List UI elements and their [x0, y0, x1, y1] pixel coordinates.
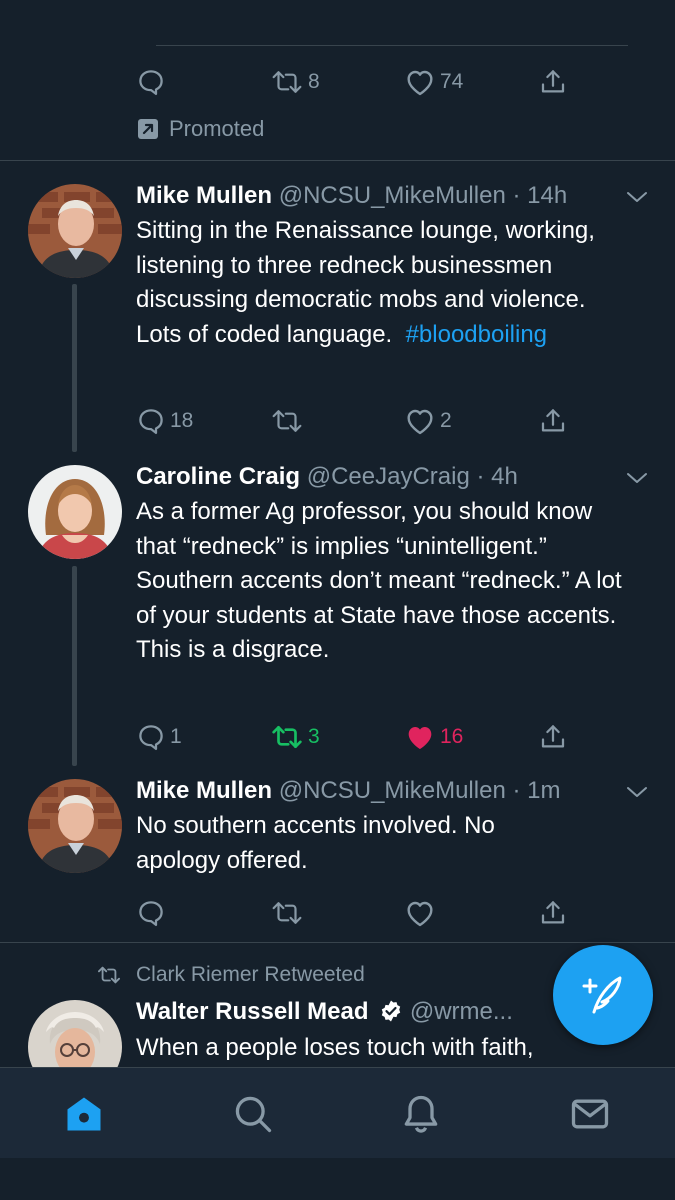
- retweet-icon: [272, 71, 302, 93]
- separator-dot: ·: [505, 182, 528, 209]
- display-name[interactable]: Mike Mullen: [136, 777, 272, 804]
- reply-count: 1: [170, 725, 182, 748]
- like-count: 16: [440, 725, 464, 748]
- hashtag-link[interactable]: #bloodboiling: [406, 321, 547, 348]
- tweet-text: As a former Ag professor, you should kno…: [136, 495, 631, 668]
- tweet-actions: [136, 893, 576, 933]
- chevron-down-icon[interactable]: [626, 190, 648, 204]
- user-handle[interactable]: @wrme...: [410, 998, 513, 1025]
- tweet-text: When a people loses touch with faith,: [136, 1031, 616, 1066]
- avatar-mike-mullen[interactable]: [28, 779, 122, 873]
- section-divider: [0, 160, 675, 161]
- share-icon: [541, 409, 565, 432]
- thread-line: [72, 566, 77, 766]
- share-button[interactable]: [538, 893, 568, 933]
- separator-dot: ·: [505, 777, 528, 804]
- heart-icon: [407, 70, 433, 96]
- like-count: 74: [440, 70, 464, 93]
- search-icon: [235, 1096, 272, 1133]
- retweet-button[interactable]: [270, 893, 308, 933]
- retweet-icon: [98, 966, 121, 984]
- reply-icon: [139, 725, 163, 750]
- tweet-body: When a people loses touch with faith,: [136, 1034, 534, 1061]
- retweeted-by-label[interactable]: Clark Riemer Retweeted: [136, 963, 365, 987]
- heart-icon: [407, 901, 433, 927]
- timestamp: 4h: [491, 463, 518, 490]
- home-indicator-area: [0, 1158, 675, 1200]
- share-icon: [541, 901, 565, 924]
- reply-button[interactable]: 18: [136, 401, 193, 441]
- top-tweet-actions: 8 74: [136, 62, 576, 102]
- thread-line: [72, 284, 77, 452]
- tweet-header: Mike Mullen @NCSU_MikeMullen · 1m: [136, 775, 560, 807]
- like-count: 2: [440, 409, 452, 432]
- bell-icon: [404, 1095, 438, 1133]
- tab-messages[interactable]: [568, 1092, 612, 1136]
- share-icon: [541, 725, 565, 748]
- share-icon: [541, 70, 565, 93]
- share-button[interactable]: [538, 62, 568, 102]
- compose-tweet-button[interactable]: [553, 945, 653, 1045]
- retweet-count: 8: [308, 70, 320, 93]
- heart-filled-icon: [408, 727, 432, 749]
- bottom-tab-bar: [0, 1067, 675, 1158]
- timestamp: 1m: [527, 777, 561, 804]
- separator-dot: ·: [469, 463, 492, 490]
- mail-icon: [571, 1099, 609, 1129]
- avatar-mike-mullen[interactable]: [28, 184, 122, 278]
- user-handle[interactable]: @CeeJayCraig: [307, 463, 470, 490]
- like-button-active[interactable]: 16: [404, 717, 463, 757]
- like-button[interactable]: 74: [404, 62, 463, 102]
- tweet-header: Caroline Craig @CeeJayCraig · 4h: [136, 461, 518, 493]
- top-divider: [156, 45, 628, 46]
- display-name[interactable]: Walter Russell Mead: [136, 998, 369, 1025]
- display-name[interactable]: Mike Mullen: [136, 182, 272, 209]
- user-handle[interactable]: @NCSU_MikeMullen: [279, 777, 506, 804]
- tweet-actions: 1 3 16: [136, 717, 576, 757]
- promoted-icon: [138, 119, 158, 139]
- display-name[interactable]: Caroline Craig: [136, 463, 300, 490]
- retweet-button-active[interactable]: 3: [270, 717, 320, 757]
- tweet-header: Mike Mullen @NCSU_MikeMullen · 14h: [136, 180, 567, 212]
- avatar-caroline-craig[interactable]: [28, 465, 122, 559]
- tweet-text: No southern accents involved. No apology…: [136, 809, 576, 878]
- tweet-header: Walter Russell Mead @wrme...: [136, 996, 513, 1028]
- like-button[interactable]: [404, 893, 440, 933]
- tab-notifications[interactable]: [399, 1092, 443, 1136]
- tweet-body: No southern accents involved. No apology…: [136, 812, 495, 874]
- home-icon: [67, 1097, 101, 1131]
- reply-button[interactable]: [136, 893, 170, 933]
- tab-home[interactable]: [62, 1092, 106, 1136]
- verified-badge-icon: [381, 1000, 401, 1022]
- retweet-count: 3: [308, 725, 320, 748]
- heart-icon: [407, 409, 433, 435]
- share-button[interactable]: [538, 401, 568, 441]
- retweet-icon: [272, 725, 302, 749]
- reply-button[interactable]: [136, 62, 170, 102]
- compose-feather-icon: [582, 976, 622, 1014]
- promoted-indicator: Promoted: [136, 114, 264, 144]
- tweet-actions: 18 2: [136, 401, 576, 441]
- reply-icon: [139, 409, 163, 434]
- reply-icon: [139, 70, 163, 95]
- chevron-down-icon[interactable]: [626, 785, 648, 799]
- promoted-label: Promoted: [169, 116, 265, 141]
- retweet-context: Clark Riemer Retweeted: [94, 960, 365, 990]
- user-handle[interactable]: @NCSU_MikeMullen: [279, 182, 506, 209]
- timestamp: 14h: [527, 182, 568, 209]
- retweet-button[interactable]: [270, 401, 308, 441]
- retweet-icon: [272, 410, 302, 432]
- reply-icon: [139, 901, 163, 926]
- like-button[interactable]: 2: [404, 401, 452, 441]
- tab-search[interactable]: [231, 1092, 275, 1136]
- chevron-down-icon[interactable]: [626, 471, 648, 485]
- retweet-button[interactable]: 8: [270, 62, 320, 102]
- tweet-text: Sitting in the Renaissance lounge, worki…: [136, 214, 636, 352]
- retweet-icon: [272, 902, 302, 924]
- reply-button[interactable]: 1: [136, 717, 182, 757]
- tweet-body: As a former Ag professor, you should kno…: [136, 498, 622, 663]
- share-button[interactable]: [538, 717, 568, 757]
- reply-count: 18: [170, 409, 194, 432]
- section-divider: [0, 942, 675, 943]
